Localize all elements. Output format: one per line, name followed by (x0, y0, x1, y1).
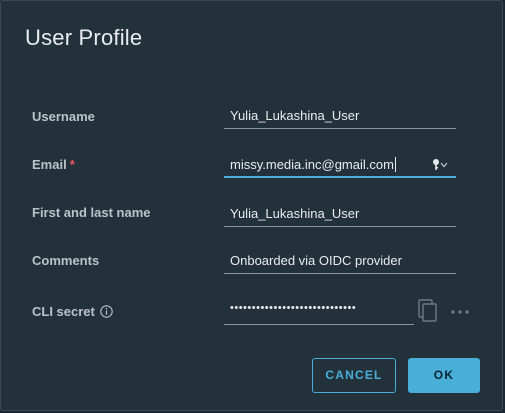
dialog-title: User Profile (25, 25, 143, 50)
cli-secret-field[interactable]: ••••••••••••••••••••••••••••• (224, 299, 414, 325)
full-name-label: First and last name (32, 205, 151, 220)
user-profile-dialog: User Profile Username Yulia_Lukashina_Us… (0, 0, 503, 411)
cli-secret-label-text: CLI secret (32, 304, 95, 319)
full-name-field[interactable]: Yulia_Lukashina_User (224, 201, 456, 227)
cli-secret-label: CLI secret (32, 304, 113, 319)
more-icon[interactable] (450, 308, 472, 316)
full-name-value: Yulia_Lukashina_User (230, 206, 360, 221)
username-value: Yulia_Lukashina_User (230, 108, 360, 123)
copy-icon[interactable] (417, 299, 439, 323)
email-value: missy.media.inc@gmail.com (230, 157, 394, 172)
cancel-button[interactable]: CANCEL (312, 358, 396, 393)
username-field[interactable]: Yulia_Lukashina_User (224, 103, 456, 129)
info-icon[interactable] (100, 305, 113, 318)
comments-field[interactable]: Onboarded via OIDC provider (224, 248, 456, 274)
username-label: Username (32, 109, 95, 124)
key-icon[interactable] (432, 158, 448, 172)
email-field[interactable]: missy.media.inc@gmail.com (224, 152, 456, 178)
cli-secret-masked-value: ••••••••••••••••••••••••••••• (230, 302, 357, 314)
text-caret (394, 157, 396, 172)
comments-value: Onboarded via OIDC provider (230, 253, 402, 268)
email-value-wrap: missy.media.inc@gmail.com (230, 157, 396, 172)
comments-label: Comments (32, 253, 100, 268)
ok-button[interactable]: OK (408, 358, 480, 393)
required-marker: * (69, 157, 75, 172)
email-label: Email * (32, 157, 75, 172)
email-label-text: Email (32, 157, 67, 172)
